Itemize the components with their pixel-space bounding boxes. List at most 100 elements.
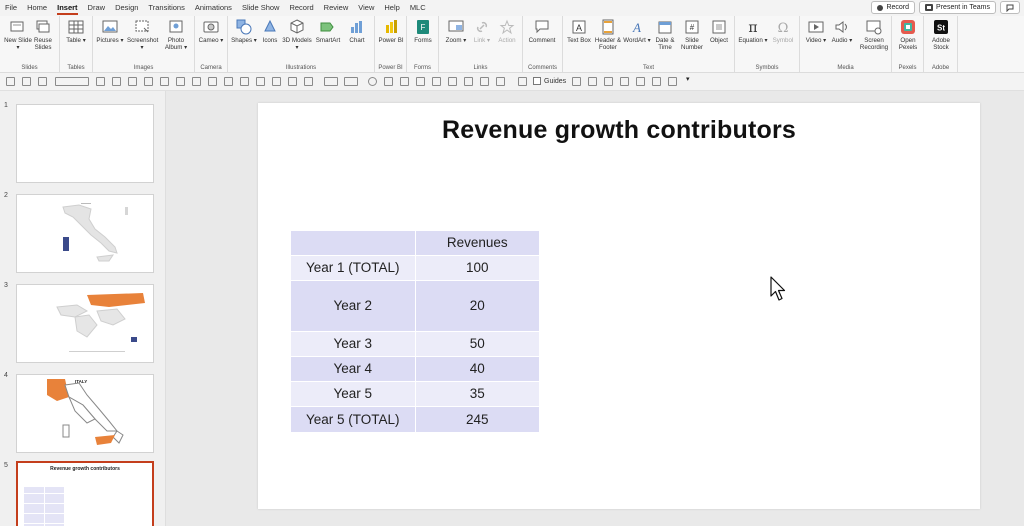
tab-home[interactable]: Home	[22, 0, 52, 16]
indent-icon[interactable]	[192, 77, 201, 86]
table-cell-value[interactable]: 35	[415, 381, 539, 407]
columns-icon[interactable]	[256, 77, 265, 86]
tab-transitions[interactable]: Transitions	[143, 0, 189, 16]
thumbnail-slide-1[interactable]	[16, 104, 154, 183]
table-header-cell[interactable]	[291, 231, 416, 256]
power-bi-button[interactable]: Power BI	[376, 19, 406, 44]
photo-album-button[interactable]: Photo Album ▾	[161, 19, 191, 51]
select-icon[interactable]	[324, 77, 338, 86]
screen-recording-button[interactable]: Screen Recording	[856, 19, 892, 51]
smartart-button[interactable]: SmartArt	[313, 19, 343, 44]
table-header-cell[interactable]: Revenues	[415, 231, 539, 256]
text-box-button[interactable]: A Text Box	[564, 19, 594, 44]
font-box-icon[interactable]	[55, 77, 89, 86]
guides-checkbox[interactable]	[533, 77, 541, 85]
table-cell-label[interactable]: Year 1 (TOTAL)	[291, 255, 416, 281]
table-cell-label[interactable]: Year 3	[291, 331, 416, 357]
picture-insert-icon[interactable]	[572, 77, 581, 86]
table-cell-label[interactable]: Year 5 (TOTAL)	[291, 406, 416, 433]
align-right-icon[interactable]	[128, 77, 137, 86]
symbol-button[interactable]: Ω Symbol	[768, 19, 798, 44]
shape-outline-icon[interactable]	[432, 77, 441, 86]
tab-animations[interactable]: Animations	[190, 0, 237, 16]
align-left-icon[interactable]	[96, 77, 105, 86]
comments-button[interactable]	[1000, 1, 1020, 14]
bring-forward-icon[interactable]	[480, 77, 489, 86]
shape-fill-icon[interactable]	[416, 77, 425, 86]
table-cell-label[interactable]: Year 5	[291, 381, 416, 407]
chart-button[interactable]: Chart	[342, 19, 372, 44]
thumbnail-slide-2[interactable]	[16, 194, 154, 273]
font-color-icon[interactable]	[668, 77, 677, 86]
tab-slide-show[interactable]: Slide Show	[237, 0, 285, 16]
icons-button[interactable]: Icons	[255, 19, 285, 44]
crop-icon[interactable]	[588, 77, 597, 86]
shape-effects-icon[interactable]	[448, 77, 457, 86]
revenue-table[interactable]: Revenues Year 1 (TOTAL) 100 Year 2 20 Ye…	[291, 231, 539, 433]
tab-review[interactable]: Review	[319, 0, 354, 16]
align-text-icon[interactable]	[240, 77, 249, 86]
rectangle-shape-icon[interactable]	[384, 77, 393, 86]
equation-button[interactable]: π Equation ▾	[738, 19, 768, 44]
screenshot-small-icon[interactable]	[620, 77, 629, 86]
action-button[interactable]: Action	[492, 19, 522, 44]
table-cell-value[interactable]: 20	[415, 280, 539, 332]
guides-toggle[interactable]: Guides	[533, 77, 566, 85]
arrange-icon[interactable]	[344, 77, 358, 86]
header-footer-button[interactable]: Header & Footer	[593, 19, 623, 51]
audio-button[interactable]: Audio ▾	[827, 19, 857, 44]
object-button[interactable]: Object	[704, 19, 734, 44]
text-direction-icon[interactable]	[224, 77, 233, 86]
record-button[interactable]: Record	[871, 1, 916, 14]
format-painter-icon[interactable]	[6, 77, 15, 86]
smartart-convert-icon[interactable]	[288, 77, 297, 86]
slide-5[interactable]: Revenue growth contributors Revenues Yea…	[258, 103, 980, 509]
pictures-button[interactable]: Pictures ▾	[95, 19, 125, 44]
tab-design[interactable]: Design	[110, 0, 143, 16]
forms-button[interactable]: F Forms	[408, 19, 438, 44]
slide-title[interactable]: Revenue growth contributors	[258, 116, 980, 145]
screenshot-button[interactable]: Screenshot ▾	[127, 19, 158, 51]
tab-insert[interactable]: Insert	[52, 0, 82, 16]
outdent-icon[interactable]	[208, 77, 217, 86]
tab-view[interactable]: View	[353, 0, 379, 16]
group-objects-icon[interactable]	[464, 77, 473, 86]
tab-mlc[interactable]: MLC	[405, 0, 431, 16]
pen-icon[interactable]	[518, 77, 527, 86]
image-edit-icon[interactable]	[636, 77, 645, 86]
table-cell-value[interactable]: 50	[415, 331, 539, 357]
justify-icon[interactable]	[144, 77, 153, 86]
comment-button[interactable]: Comment	[527, 19, 557, 44]
font-size-increase-icon[interactable]	[22, 77, 31, 86]
font-size-decrease-icon[interactable]	[38, 77, 47, 86]
table-cell-value[interactable]: 40	[415, 356, 539, 382]
numbering-icon[interactable]	[176, 77, 185, 86]
media-icon[interactable]	[604, 77, 613, 86]
cameo-button[interactable]: Cameo ▾	[196, 19, 226, 44]
open-pexels-button[interactable]: Open Pexels	[893, 19, 923, 51]
align-center-icon[interactable]	[112, 77, 121, 86]
oval-shape-icon[interactable]	[368, 77, 377, 86]
thumbnail-slide-5[interactable]: Revenue growth contributors	[16, 461, 154, 526]
send-backward-icon[interactable]	[496, 77, 505, 86]
table-cell-label[interactable]: Year 4	[291, 356, 416, 382]
present-in-teams-button[interactable]: Present in Teams	[919, 1, 996, 14]
adobe-stock-button[interactable]: St Adobe Stock	[926, 19, 956, 51]
reuse-slides-button[interactable]: Reuse Slides	[28, 19, 58, 51]
distribute-icon[interactable]	[304, 77, 313, 86]
wordart-button[interactable]: A WordArt ▾	[622, 19, 652, 44]
table-cell-label[interactable]: Year 2	[291, 280, 416, 332]
slide-number-button[interactable]: # Slide Number	[677, 19, 707, 51]
rounded-rectangle-icon[interactable]	[400, 77, 409, 86]
date-time-button[interactable]: Date & Time	[650, 19, 680, 51]
tab-draw[interactable]: Draw	[83, 0, 111, 16]
tab-help[interactable]: Help	[379, 0, 404, 16]
bullets-icon[interactable]	[160, 77, 169, 86]
line-spacing-icon[interactable]	[272, 77, 281, 86]
customize-toolbar-icon[interactable]: ▾	[686, 75, 695, 84]
table-cell-value[interactable]: 100	[415, 255, 539, 281]
tab-file[interactable]: File	[0, 0, 22, 16]
transparency-icon[interactable]	[652, 77, 661, 86]
table-button[interactable]: Table ▾	[61, 19, 91, 44]
thumbnail-slide-4[interactable]: ITALY	[16, 374, 154, 453]
